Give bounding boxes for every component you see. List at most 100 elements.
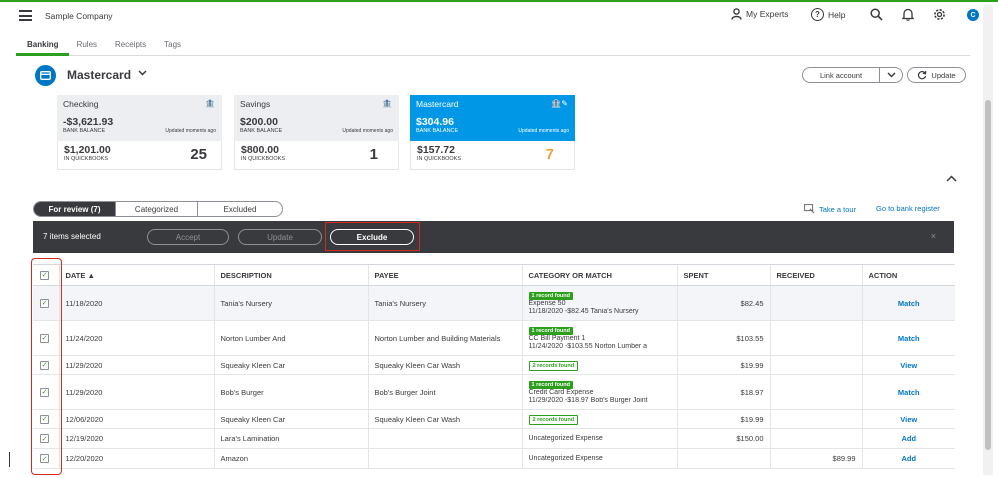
date-cell: 11/29/2020	[58, 374, 214, 410]
col-description[interactable]: DESCRIPTION	[213, 264, 368, 286]
card-review-count: 25	[190, 146, 207, 163]
description-cell: Squeaky Kleen Car	[213, 409, 368, 429]
action-link[interactable]: View	[861, 409, 955, 429]
table-row[interactable]: ✓ 12/19/2020 Lara's Lamination Uncategorize…	[33, 428, 955, 449]
table-row[interactable]: ✓ 11/24/2020 Norton Lumber And Norton Lumbe…	[33, 320, 955, 356]
go-to-bank-register-link[interactable]: Go to bank register	[876, 204, 940, 213]
category-cell[interactable]: 2 records found	[521, 355, 677, 375]
help-button[interactable]: ? Help	[811, 8, 845, 21]
avatar[interactable]: C	[967, 9, 979, 21]
received-cell: $89.99	[769, 448, 862, 469]
spent-cell: $18.97	[676, 374, 770, 410]
nav-tabs: Banking Rules Receipts Tags	[27, 40, 181, 49]
spent-cell	[676, 448, 770, 469]
account-name[interactable]: Mastercard	[67, 68, 131, 82]
tab-excluded[interactable]: Excluded	[198, 202, 282, 216]
col-date[interactable]: DATE ▲	[58, 264, 214, 286]
account-card-mastercard[interactable]: Mastercard 🏦✎ $304.96 BANK BALANCE Updat…	[410, 95, 575, 170]
date-cell: 11/18/2020	[58, 285, 214, 321]
col-category[interactable]: CATEGORY OR MATCH	[521, 264, 677, 286]
col-received[interactable]: RECEIVED	[769, 264, 862, 286]
update-label: Update	[931, 70, 956, 80]
top-accent-line	[0, 0, 998, 2]
bank-icon: 🏦	[382, 99, 392, 108]
chevron-down-icon[interactable]	[138, 70, 147, 76]
update-selected-button[interactable]: Update	[238, 229, 322, 245]
description-cell: Squeaky Kleen Car	[213, 355, 368, 375]
take-a-tour-link[interactable]: Take a tour	[804, 204, 856, 214]
update-button[interactable]: Update	[907, 67, 966, 83]
date-cell: 11/29/2020	[58, 355, 214, 375]
payee-cell[interactable]: Bob's Burger Joint	[367, 374, 522, 410]
tab-for-review[interactable]: For review (7)	[34, 202, 116, 216]
category-cell[interactable]: Uncategorized Expense	[521, 428, 677, 449]
accept-button[interactable]: Accept	[147, 229, 229, 245]
spent-cell: $103.55	[676, 320, 770, 356]
tab-receipts[interactable]: Receipts	[115, 40, 146, 49]
action-link[interactable]: Match	[861, 320, 955, 356]
account-card-savings[interactable]: Savings 🏦 $200.00 BANK BALANCE Updated m…	[234, 95, 399, 170]
table-row[interactable]: ✓ 11/29/2020 Bob's Burger Bob's Burger Join…	[33, 374, 955, 410]
table-row[interactable]: ✓ 12/20/2020 Amazon Uncategorized Expense $8…	[33, 448, 955, 469]
tab-rules[interactable]: Rules	[77, 40, 97, 49]
spent-cell: $19.99	[676, 409, 770, 429]
search-icon[interactable]	[870, 8, 883, 21]
link-account-dropdown[interactable]	[879, 67, 903, 83]
checkbox-column-highlight	[31, 258, 62, 475]
action-link[interactable]: Add	[861, 428, 955, 449]
company-name: Sample Company	[45, 11, 113, 21]
col-payee[interactable]: PAYEE	[367, 264, 522, 286]
collapse-chevron-icon[interactable]	[946, 175, 957, 182]
match-badge: 1 record found	[528, 327, 574, 335]
payee-cell[interactable]	[367, 428, 522, 449]
description-cell: Bob's Burger	[213, 374, 368, 410]
received-cell	[769, 409, 862, 429]
tab-banking[interactable]: Banking	[27, 40, 59, 49]
payee-cell[interactable]: Squeaky Kleen Car Wash	[367, 409, 522, 429]
bell-icon[interactable]	[902, 8, 914, 21]
table-row[interactable]: ✓ 11/18/2020 Tania's Nursery Tania's Nurser…	[33, 285, 955, 321]
payee-cell[interactable]: Norton Lumber and Building Materials	[367, 320, 522, 356]
category-name: CC Bill Payment 1	[528, 335, 586, 342]
match-detail: 11/29/2020 -$18.97 Bob's Burger Joint	[528, 397, 648, 404]
category-name: Credit Card Expense	[528, 389, 594, 396]
refresh-icon	[918, 70, 927, 80]
payee-cell[interactable]	[367, 448, 522, 469]
category-name: Uncategorized Expense	[528, 454, 603, 462]
table-row[interactable]: ✓ 12/06/2020 Squeaky Kleen Car Squeaky Klee…	[33, 409, 955, 429]
tab-categorized[interactable]: Categorized	[116, 202, 198, 216]
action-link[interactable]: Match	[861, 285, 955, 321]
category-cell[interactable]: 1 record found CC Bill Payment 1 11/24/202…	[521, 320, 677, 356]
match-badge: 1 record found	[528, 292, 574, 300]
my-experts-label: My Experts	[746, 9, 789, 19]
link-account-label: Link account	[819, 70, 863, 80]
received-cell	[769, 320, 862, 356]
card-updated: Updated moments ago	[518, 128, 569, 134]
card-bank-balance: -$3,621.93	[63, 116, 114, 128]
link-account-button[interactable]: Link account	[802, 67, 880, 83]
category-cell[interactable]: 2 records found	[521, 409, 677, 429]
col-spent[interactable]: SPENT	[676, 264, 770, 286]
category-cell[interactable]: 1 record found Expense 50 11/18/2020 -$82.…	[521, 285, 677, 321]
category-cell[interactable]: Uncategorized Expense	[521, 448, 677, 469]
account-card-checking[interactable]: Checking 🏦 -$3,621.93 BANK BALANCE Updat…	[57, 95, 222, 170]
gear-icon[interactable]	[933, 8, 946, 21]
payee-cell[interactable]: Squeaky Kleen Car Wash	[367, 355, 522, 375]
spent-cell: $82.45	[676, 285, 770, 321]
table-row[interactable]: ✓ 11/29/2020 Squeaky Kleen Car Squeaky Klee…	[33, 355, 955, 375]
tour-icon	[804, 204, 815, 214]
category-cell[interactable]: 1 record found Credit Card Expense 11/29/2…	[521, 374, 677, 410]
my-experts-button[interactable]: My Experts	[731, 8, 789, 20]
close-icon[interactable]: ×	[931, 231, 936, 241]
text-cursor	[9, 452, 10, 467]
action-link[interactable]: Match	[861, 374, 955, 410]
card-updated: Updated moments ago	[342, 128, 393, 134]
take-a-tour-label: Take a tour	[819, 204, 857, 214]
tab-tags[interactable]: Tags	[164, 40, 181, 49]
scrollbar-thumb[interactable]	[985, 100, 991, 450]
action-link[interactable]: View	[861, 355, 955, 375]
action-link[interactable]: Add	[861, 448, 955, 469]
date-cell: 12/19/2020	[58, 428, 214, 449]
menu-icon[interactable]	[19, 10, 32, 21]
payee-cell[interactable]: Tania's Nursery	[367, 285, 522, 321]
